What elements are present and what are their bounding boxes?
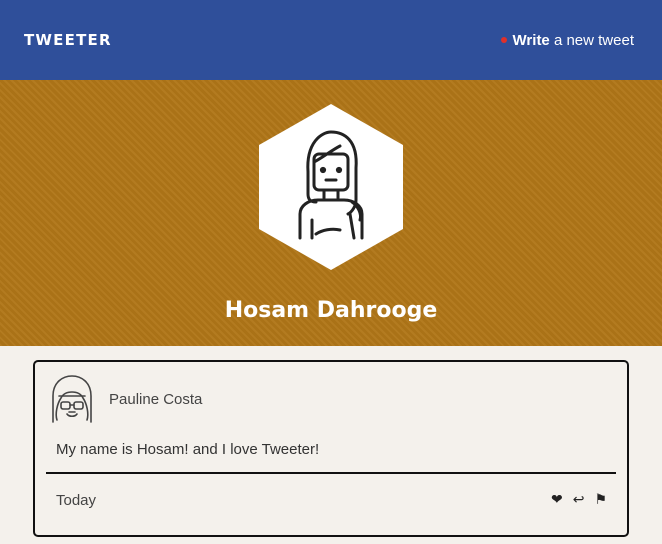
brand-logo[interactable]: TWEETER bbox=[24, 30, 112, 50]
profile-name: Hosam Dahrooge bbox=[224, 298, 438, 323]
tweet-author-name[interactable]: Pauline Costa bbox=[109, 390, 202, 410]
tweet-divider bbox=[46, 472, 616, 474]
flag-icon[interactable]: ⚑ bbox=[594, 490, 607, 510]
compose-dot-icon bbox=[500, 37, 507, 44]
tweet-timestamp: Today bbox=[56, 492, 97, 509]
top-nav: TWEETER Write a new tweet bbox=[0, 0, 662, 80]
tweet-card: Pauline Costa My name is Hosam! and I lo… bbox=[33, 360, 629, 537]
tweet-actions: ❤ ↩ ⚑ bbox=[551, 490, 607, 510]
reply-icon[interactable]: ↩ bbox=[573, 490, 585, 510]
compose-label: a new tweet bbox=[549, 32, 634, 49]
profile-avatar bbox=[259, 104, 403, 270]
heart-icon[interactable]: ❤ bbox=[551, 490, 563, 510]
profile-header: Hosam Dahrooge bbox=[0, 80, 662, 346]
glasses-avatar-icon bbox=[52, 375, 92, 423]
write-tweet-link[interactable]: Write a new tweet bbox=[500, 31, 634, 51]
compose-bold-label: Write bbox=[512, 32, 550, 49]
tweet-avatar bbox=[52, 375, 92, 423]
tweet-text: My name is Hosam! and I love Tweeter! bbox=[56, 441, 320, 458]
